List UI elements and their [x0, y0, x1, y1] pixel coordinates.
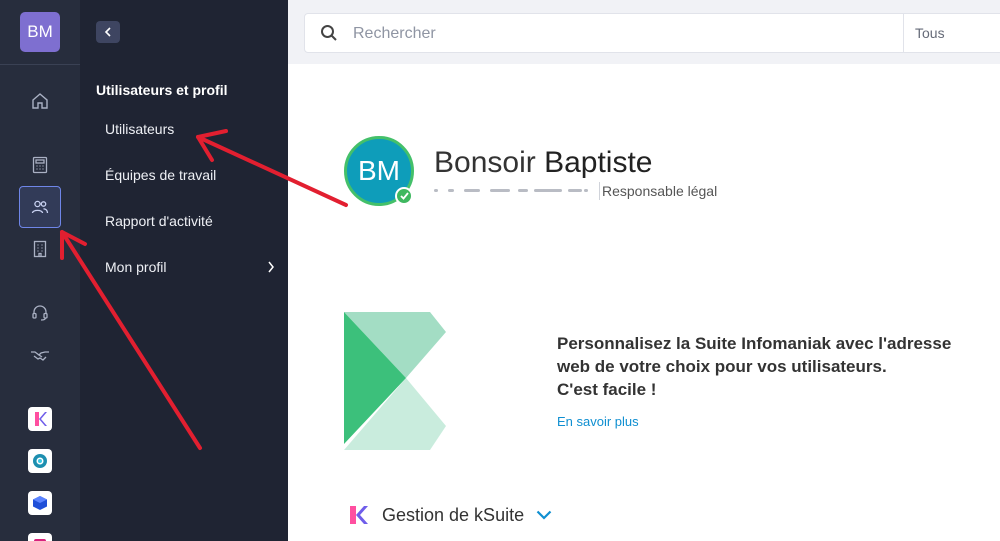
subnav-item-activity-report[interactable]: Rapport d'activité [105, 213, 275, 229]
verified-badge [395, 187, 413, 205]
banner-line: Personnalisez la Suite Infomaniak avec l… [557, 334, 952, 353]
subnav-item-teams[interactable]: Équipes de travail [105, 167, 275, 183]
subnav-item-my-profile[interactable]: Mon profil [105, 259, 275, 275]
account-avatar[interactable]: BM [20, 12, 60, 52]
subnav-item-label: Utilisateurs [105, 121, 175, 137]
chevron-left-icon [104, 27, 111, 37]
subnav-item-label: Mon profil [105, 259, 167, 275]
nav-organisation[interactable] [19, 228, 61, 270]
search-icon [320, 24, 338, 47]
ksuite-section-header[interactable]: Gestion de kSuite [348, 504, 552, 526]
greeting-word: Bonsoir [434, 146, 536, 179]
role-divider [599, 182, 600, 200]
app-icon [34, 539, 46, 541]
k-logo-icon [35, 412, 47, 426]
search-scope-select[interactable]: Tous [915, 25, 945, 41]
main-content: Tous BM Bonsoir Baptiste Responsable lég… [288, 0, 1000, 541]
search-input[interactable] [353, 23, 893, 45]
home-icon [32, 93, 48, 109]
search-bar: Tous [304, 13, 1000, 53]
app-kchat[interactable] [28, 449, 52, 473]
app-kmeet[interactable] [28, 533, 52, 541]
users-icon [31, 200, 49, 214]
calculator-icon [32, 156, 48, 174]
subnav-item-label: Rapport d'activité [105, 213, 213, 229]
chevron-down-icon [536, 510, 552, 520]
redacted-email [434, 184, 592, 198]
check-icon [399, 192, 409, 200]
sub-navigation: Utilisateurs et profil Utilisateurs Équi… [80, 0, 288, 541]
app-cube[interactable] [28, 491, 52, 515]
greeting-heading: Bonsoir Baptiste [434, 146, 652, 180]
app-kdrive[interactable] [28, 407, 52, 431]
rail-divider [0, 64, 80, 65]
nav-billing[interactable] [19, 144, 61, 186]
banner-illustration [344, 312, 446, 450]
collapse-sidebar-button[interactable] [96, 21, 120, 43]
cube-icon [33, 496, 47, 510]
subnav-item-users[interactable]: Utilisateurs [105, 121, 275, 137]
ksuite-title: Gestion de kSuite [382, 504, 525, 525]
user-first-name: Baptiste [544, 146, 653, 179]
nav-support[interactable] [19, 292, 61, 334]
building-icon [33, 240, 47, 258]
subnav-heading: Utilisateurs et profil [96, 82, 228, 98]
banner-line: C'est facile ! [557, 380, 657, 399]
custom-domain-banner: Personnalisez la Suite Infomaniak avec l… [344, 312, 1000, 450]
learn-more-link[interactable]: En savoir plus [557, 414, 639, 429]
icon-rail: BM [0, 0, 80, 541]
user-role: Responsable légal [602, 183, 718, 199]
banner-line: web de votre choix pour vos utilisateurs… [557, 357, 887, 376]
handshake-icon [31, 351, 49, 361]
chevron-right-icon [268, 261, 274, 273]
nav-home[interactable] [19, 80, 61, 122]
chat-bubble-icon [33, 454, 47, 468]
nav-users[interactable] [19, 186, 61, 228]
subnav-item-label: Équipes de travail [105, 167, 217, 183]
nav-partners[interactable] [19, 334, 61, 376]
banner-message: Personnalisez la Suite Infomaniak avec l… [557, 332, 997, 401]
headset-icon [32, 305, 48, 321]
search-divider [903, 14, 904, 52]
dashboard-panel [288, 64, 1000, 541]
ksuite-logo-icon [350, 506, 368, 524]
